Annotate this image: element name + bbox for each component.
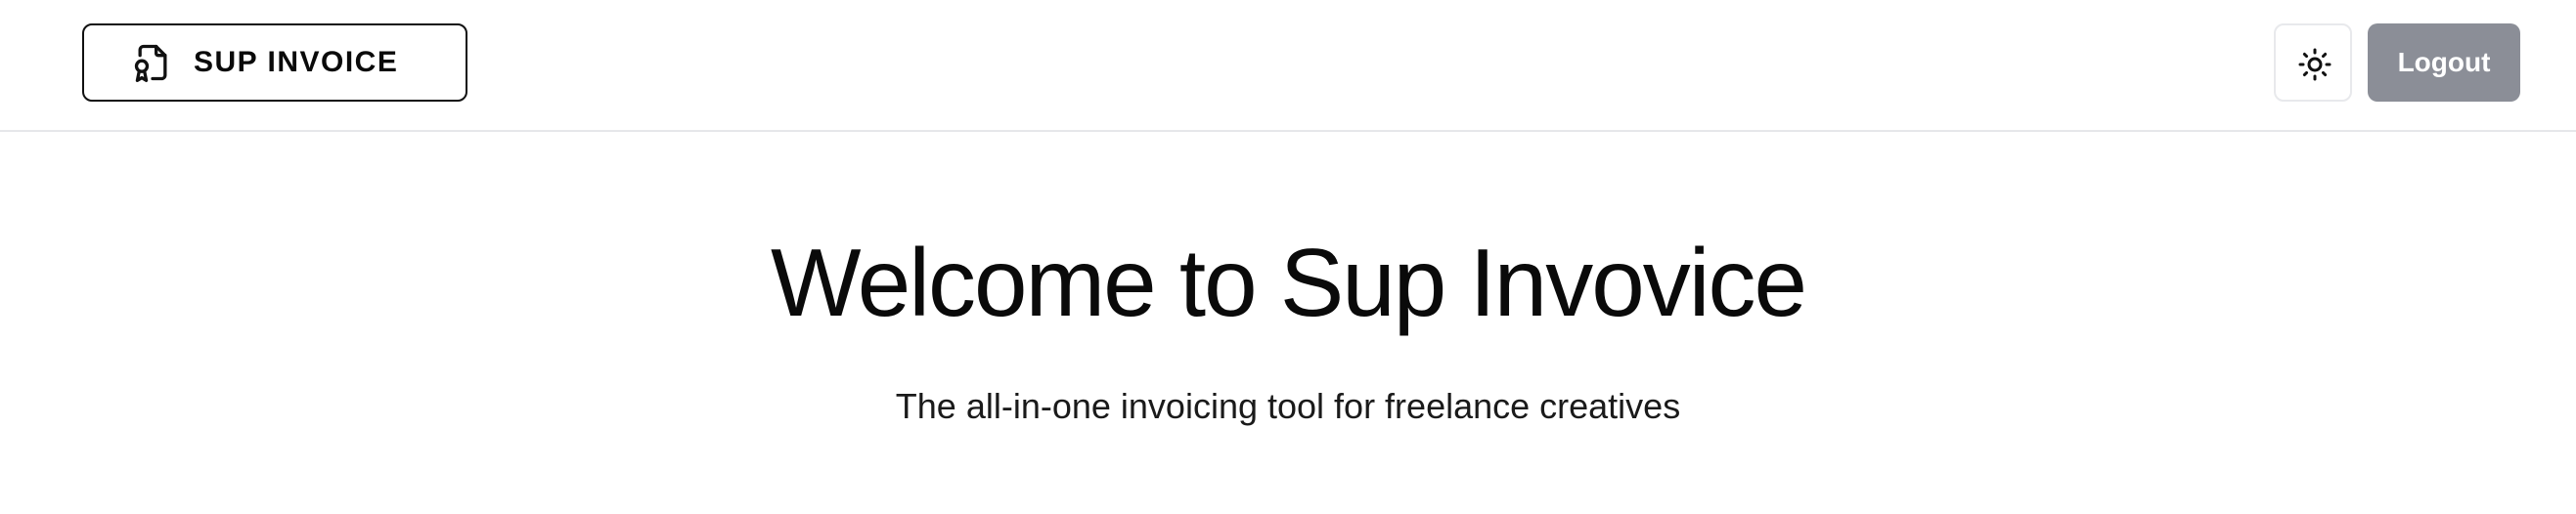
top-navbar: SUP INVOICE Logout (0, 0, 2576, 132)
logo-home-button[interactable]: SUP INVOICE (82, 23, 467, 102)
hero-section: Welcome to Sup Invovice The all-in-one i… (0, 132, 2576, 514)
hero-title: Welcome to Sup Invovice (771, 229, 1807, 336)
hero-subtitle: The all-in-one invoicing tool for freela… (895, 386, 1681, 426)
theme-toggle-button[interactable] (2274, 23, 2352, 102)
logo-text: SUP INVOICE (194, 46, 399, 78)
file-certificate-icon (131, 41, 174, 84)
logout-button[interactable]: Logout (2368, 23, 2520, 102)
